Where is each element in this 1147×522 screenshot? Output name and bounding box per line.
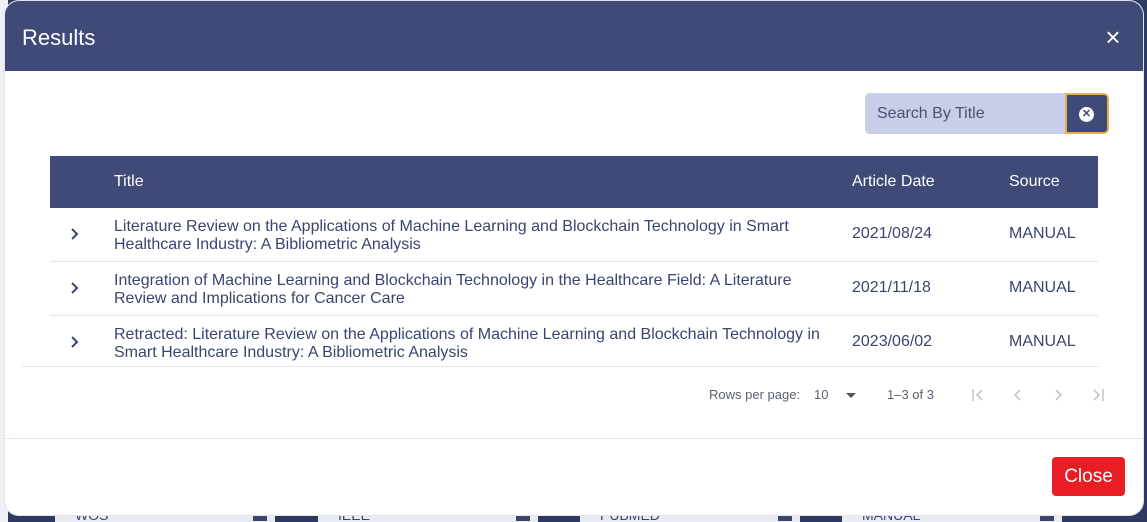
- chevron-right-icon[interactable]: [68, 278, 82, 298]
- rows-per-page-label: Rows per page:: [709, 387, 801, 402]
- table-row[interactable]: Integration of Machine Learning and Bloc…: [50, 262, 1098, 316]
- table-header: Title Article Date Source: [50, 156, 1098, 208]
- rows-per-page-select[interactable]: 10: [814, 387, 828, 403]
- row-date: 2023/06/02: [852, 333, 933, 350]
- row-title: Retracted: Literature Review on the Appl…: [114, 326, 820, 361]
- row-date: 2021/11/18: [852, 279, 931, 296]
- chevron-right-icon[interactable]: [68, 224, 82, 244]
- clear-circle-icon: ✕: [1079, 107, 1094, 122]
- search-input[interactable]: [865, 93, 1065, 134]
- row-date: 2021/08/24: [852, 225, 933, 242]
- table-row[interactable]: Retracted: Literature Review on the Appl…: [50, 316, 1098, 369]
- column-header-article-date[interactable]: Article Date: [852, 173, 935, 191]
- row-source: MANUAL: [1009, 279, 1076, 296]
- row-source: MANUAL: [1009, 225, 1076, 242]
- footer-divider: [5, 438, 1143, 439]
- close-icon[interactable]: ×: [1101, 24, 1125, 50]
- previous-page-icon[interactable]: [1009, 386, 1027, 404]
- search-box: ✕: [865, 93, 1109, 134]
- chevron-right-icon[interactable]: [68, 332, 82, 352]
- pagination-range: 1–3 of 3: [887, 387, 934, 402]
- caret-down-icon[interactable]: [846, 393, 856, 398]
- results-modal: Results × ✕ Title Article Date Source Li…: [5, 1, 1143, 515]
- search-clear-button[interactable]: ✕: [1065, 93, 1109, 134]
- row-title: Integration of Machine Learning and Bloc…: [114, 272, 792, 307]
- row-title: Literature Review on the Applications of…: [114, 218, 789, 253]
- first-page-icon[interactable]: [969, 386, 987, 404]
- last-page-icon[interactable]: [1089, 386, 1107, 404]
- row-source: MANUAL: [1009, 333, 1076, 350]
- table-row[interactable]: Literature Review on the Applications of…: [50, 208, 1098, 262]
- results-table: Title Article Date Source Literature Rev…: [50, 156, 1098, 369]
- column-header-title[interactable]: Title: [114, 173, 144, 191]
- table-bottom-divider: [22, 366, 1099, 367]
- modal-title: Results: [22, 25, 96, 50]
- close-button[interactable]: Close: [1052, 457, 1125, 496]
- next-page-icon[interactable]: [1049, 386, 1067, 404]
- column-header-source[interactable]: Source: [1009, 173, 1060, 191]
- modal-header: Results ×: [5, 1, 1143, 71]
